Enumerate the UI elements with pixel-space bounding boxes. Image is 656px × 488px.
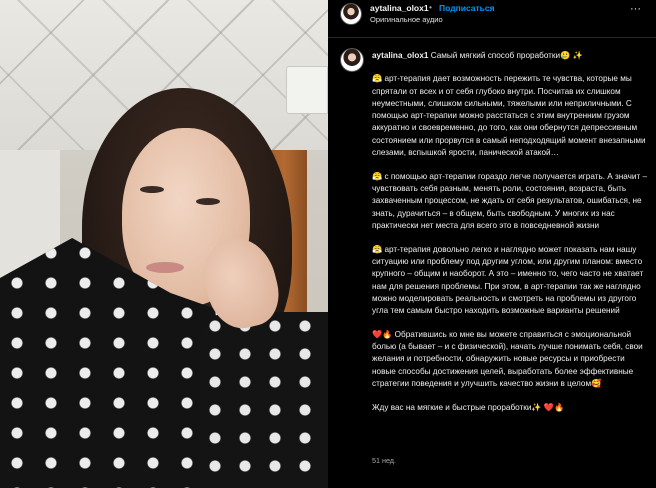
caption-paragraph: Жду вас на мягкие и быстрые проработки✨ … bbox=[372, 402, 565, 412]
caption-intro-text: Самый мягкий способ проработки🥲 ✨ bbox=[430, 51, 583, 60]
caption-paragraph: 😤 с помощью арт-терапии гораздо легче по… bbox=[372, 171, 648, 230]
person-lips bbox=[146, 262, 184, 273]
more-options-icon[interactable]: ··· bbox=[630, 4, 646, 16]
separator-dot: • bbox=[429, 2, 432, 12]
caption-author-avatar[interactable] bbox=[340, 48, 364, 72]
person-eye-right bbox=[196, 198, 220, 205]
caption-intro-line: aytalina_olox1 Самый мягкий способ прора… bbox=[372, 50, 650, 62]
author-username[interactable]: aytalina_olox1 bbox=[370, 3, 429, 13]
post-caption: aytalina_olox1 Самый мягкий способ прора… bbox=[372, 50, 650, 425]
post-side-panel: aytalina_olox1 • Подписаться Оригинально… bbox=[328, 0, 656, 488]
air-conditioner bbox=[286, 66, 328, 114]
caption-scrollbar[interactable] bbox=[650, 44, 653, 484]
caption-paragraph: ❤️🔥 Обратившись ко мне вы можете справит… bbox=[372, 329, 643, 388]
polka-dot-sleeve bbox=[200, 312, 328, 488]
person-eye-left bbox=[140, 186, 164, 193]
post-timestamp[interactable]: 51 нед. bbox=[372, 456, 396, 465]
post-media[interactable] bbox=[0, 0, 328, 488]
follow-button[interactable]: Подписаться bbox=[439, 3, 495, 13]
caption-paragraph: 😤 арт-терапия дает возможность пережить … bbox=[372, 74, 646, 158]
post-header: aytalina_olox1 • Подписаться Оригинально… bbox=[328, 0, 656, 38]
caption-paragraph: 😤 арт-терапия довольно легко и наглядно … bbox=[372, 244, 644, 316]
caption-username[interactable]: aytalina_olox1 bbox=[372, 51, 428, 60]
author-avatar[interactable] bbox=[340, 3, 362, 25]
audio-label[interactable]: Оригинальное аудио bbox=[370, 15, 443, 24]
